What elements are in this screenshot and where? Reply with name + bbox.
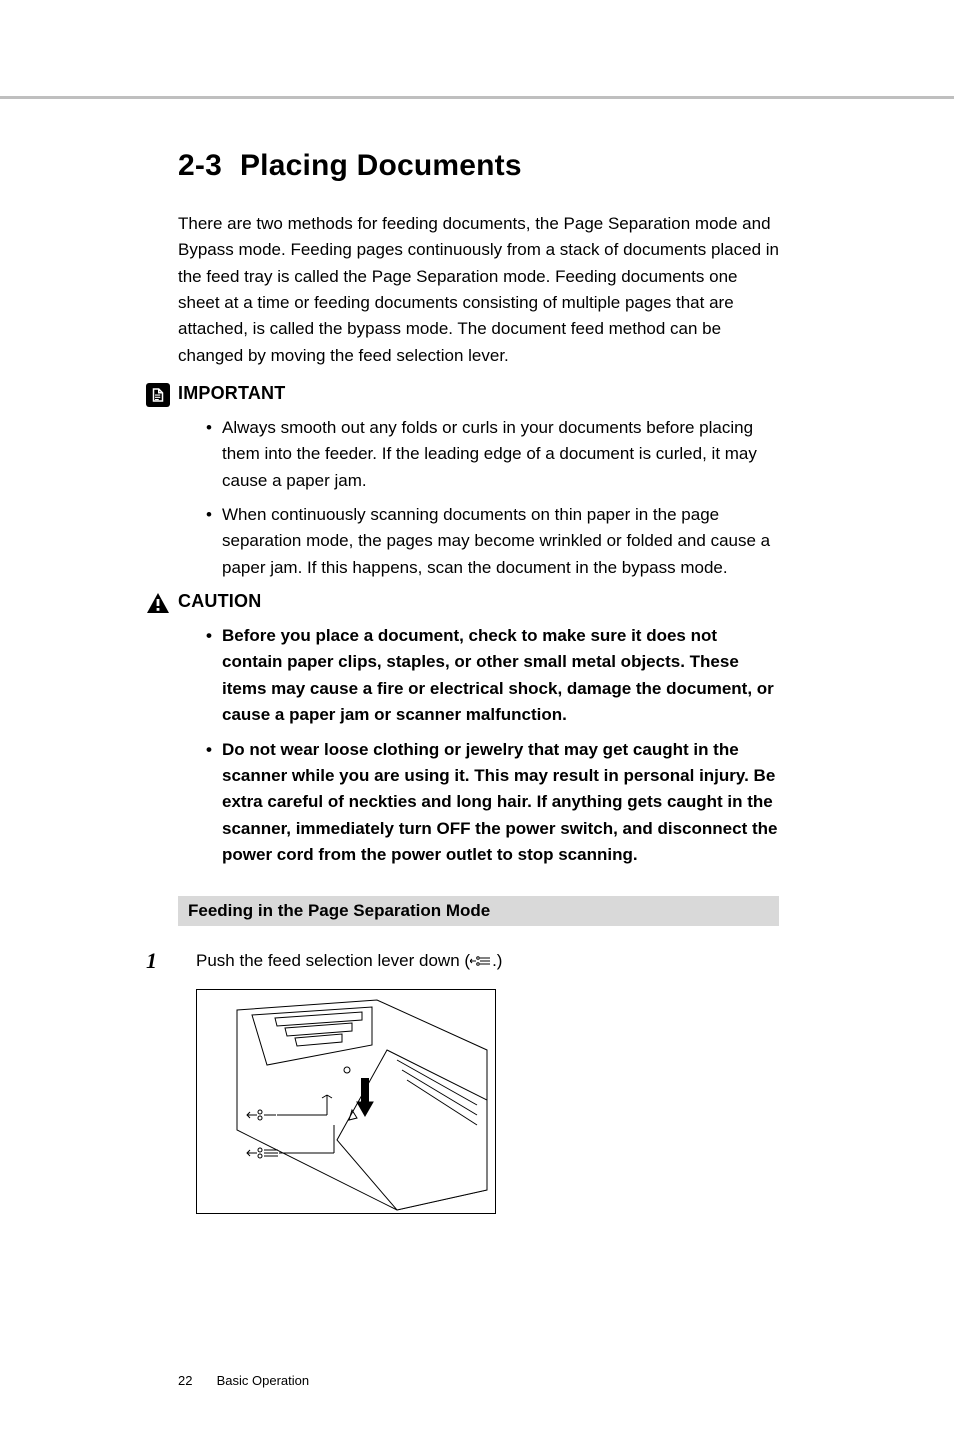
- step-text-before: Push the feed selection lever down (: [196, 951, 470, 970]
- step-number: 1: [146, 948, 178, 974]
- intro-paragraph: There are two methods for feeding docume…: [178, 211, 779, 369]
- important-callout: IMPORTANT: [146, 383, 779, 407]
- list-item: When continuously scanning documents on …: [206, 502, 779, 581]
- page-number: 22: [178, 1373, 213, 1388]
- caution-label: CAUTION: [178, 591, 261, 612]
- section-number: 2-3: [178, 149, 222, 183]
- step-text: Push the feed selection lever down (.): [178, 948, 502, 975]
- footer-section: Basic Operation: [217, 1373, 310, 1388]
- subheading: Feeding in the Page Separation Mode: [178, 896, 779, 926]
- page-content: 2-3 Placing Documents There are two metho…: [0, 99, 954, 1214]
- caution-callout: CAUTION: [146, 591, 779, 615]
- list-item: Before you place a document, check to ma…: [206, 623, 779, 728]
- list-item: Do not wear loose clothing or jewelry th…: [206, 737, 779, 869]
- important-icon: [146, 383, 170, 407]
- section-heading: 2-3 Placing Documents: [178, 149, 779, 183]
- list-item: Always smooth out any folds or curls in …: [206, 415, 779, 494]
- caution-list: Before you place a document, check to ma…: [206, 623, 779, 868]
- step-1: 1 Push the feed selection lever down (.): [146, 948, 779, 975]
- page-footer: 22 Basic Operation: [178, 1373, 309, 1388]
- caution-icon: [146, 591, 170, 615]
- separation-mode-icon: [470, 949, 492, 975]
- step-text-after: .): [492, 951, 502, 970]
- section-title-text: Placing Documents: [240, 149, 522, 182]
- step-1-figure: [196, 989, 496, 1214]
- important-list: Always smooth out any folds or curls in …: [206, 415, 779, 581]
- important-label: IMPORTANT: [178, 383, 285, 404]
